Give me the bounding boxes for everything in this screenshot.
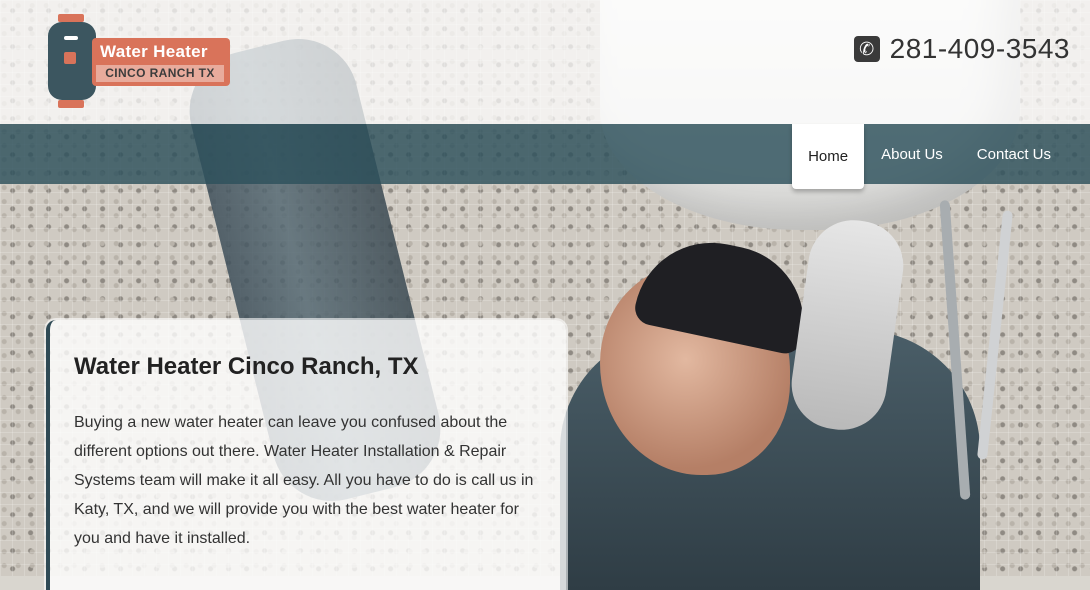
phone-icon: ✆ xyxy=(853,36,880,62)
phone-contact[interactable]: ✆ 281-409-3543 xyxy=(853,33,1070,65)
hero-card: Water Heater Cinco Ranch, TX Buying a ne… xyxy=(46,320,566,590)
nav-item-contact-us[interactable]: Contact Us xyxy=(960,124,1068,184)
logo-subtitle: CINCO RANCH TX xyxy=(96,65,224,82)
nav-item-about-us[interactable]: About Us xyxy=(864,124,960,184)
page-title: Water Heater Cinco Ranch, TX xyxy=(74,353,419,380)
logo-hatch xyxy=(64,52,76,64)
logo-title: Water Heater xyxy=(100,42,208,61)
logo-cap-top xyxy=(58,14,84,22)
logo-slot xyxy=(64,36,78,40)
site-logo[interactable]: Water Heater CINCO RANCH TX xyxy=(44,14,234,108)
nav-item-home[interactable]: Home xyxy=(792,124,865,189)
nav-items: Home About Us Contact Us xyxy=(792,124,1068,189)
main-navigation: Home About Us Contact Us xyxy=(0,124,1090,189)
phone-number[interactable]: 281-409-3543 xyxy=(890,33,1070,65)
logo-cap-bottom xyxy=(58,100,84,108)
hero-description: Buying a new water heater can leave you … xyxy=(74,414,534,547)
